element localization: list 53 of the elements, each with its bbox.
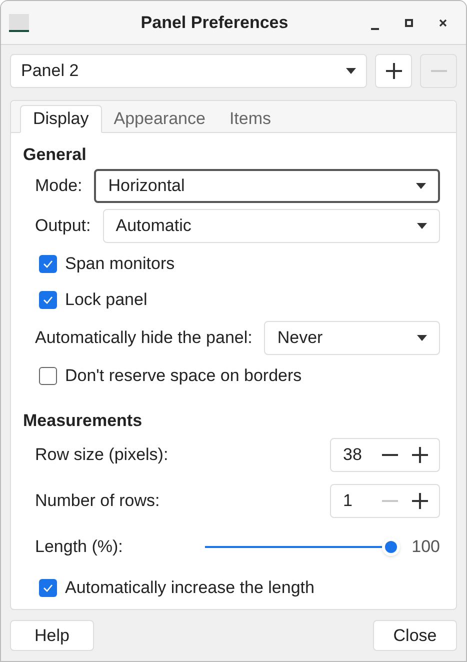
checkbox[interactable]: [39, 367, 57, 385]
plus-icon: [412, 493, 428, 509]
check-icon: [43, 584, 53, 592]
dialog-button[interactable]: Close: [373, 620, 457, 651]
field-label: Automatically hide the panel:: [35, 327, 252, 350]
dialog-button[interactable]: Help: [10, 620, 94, 651]
checkbox[interactable]: [39, 255, 57, 273]
caret-icon: [417, 223, 427, 229]
checkbox[interactable]: [39, 579, 57, 597]
panel-dropdown[interactable]: Panel 2: [10, 54, 367, 88]
checkbox-label: Lock panel: [65, 289, 148, 312]
checkbox-label: Span monitors: [65, 253, 175, 276]
field-label: Mode:: [35, 175, 82, 198]
minus-icon: [382, 454, 398, 456]
dropdown[interactable]: Automatic: [102, 209, 440, 243]
slider-value: 100: [410, 536, 440, 558]
checkbox-label: Don't reserve space on borders: [65, 365, 302, 388]
spin-value: 38: [342, 444, 363, 466]
tab[interactable]: Display: [20, 105, 102, 133]
dropdown[interactable]: Never: [264, 321, 440, 355]
tab[interactable]: Items: [217, 105, 283, 133]
caret-icon: [417, 335, 427, 341]
increase-button[interactable]: [409, 444, 431, 466]
increase-button[interactable]: [409, 490, 431, 512]
field-label: Number of rows:: [35, 490, 160, 512]
add-button[interactable]: [375, 54, 412, 88]
checkbox-label: Automatically increase the length: [65, 577, 314, 600]
maximize-icon: [405, 18, 413, 26]
window-title: Panel Preferences: [140, 12, 290, 34]
dropdown[interactable]: Horizontal: [94, 169, 440, 203]
field-label: Row size (pixels):: [35, 444, 168, 466]
section-heading: General: [23, 144, 88, 166]
checkbox[interactable]: [39, 291, 57, 309]
slider[interactable]: [205, 538, 400, 556]
check-icon: [43, 296, 53, 304]
close-icon: [439, 18, 447, 26]
minus-icon: [382, 500, 398, 502]
caret-icon: [346, 68, 356, 74]
minimize-icon: [371, 28, 379, 30]
tab[interactable]: Appearance: [102, 105, 218, 133]
caret-icon: [416, 183, 426, 189]
minus-icon: [430, 70, 446, 72]
field-label: Length (%):: [35, 536, 124, 558]
slider-handle[interactable]: [382, 538, 400, 556]
app-icon: [9, 14, 29, 32]
section-heading: Measurements: [23, 410, 144, 432]
check-icon: [43, 260, 53, 268]
field-label: Output:: [35, 215, 91, 238]
spin-value: 1: [342, 490, 354, 512]
spin-field[interactable]: 38: [330, 438, 440, 472]
spin-field[interactable]: 1: [330, 484, 440, 518]
plus-icon: [386, 63, 402, 79]
plus-icon: [412, 447, 428, 463]
